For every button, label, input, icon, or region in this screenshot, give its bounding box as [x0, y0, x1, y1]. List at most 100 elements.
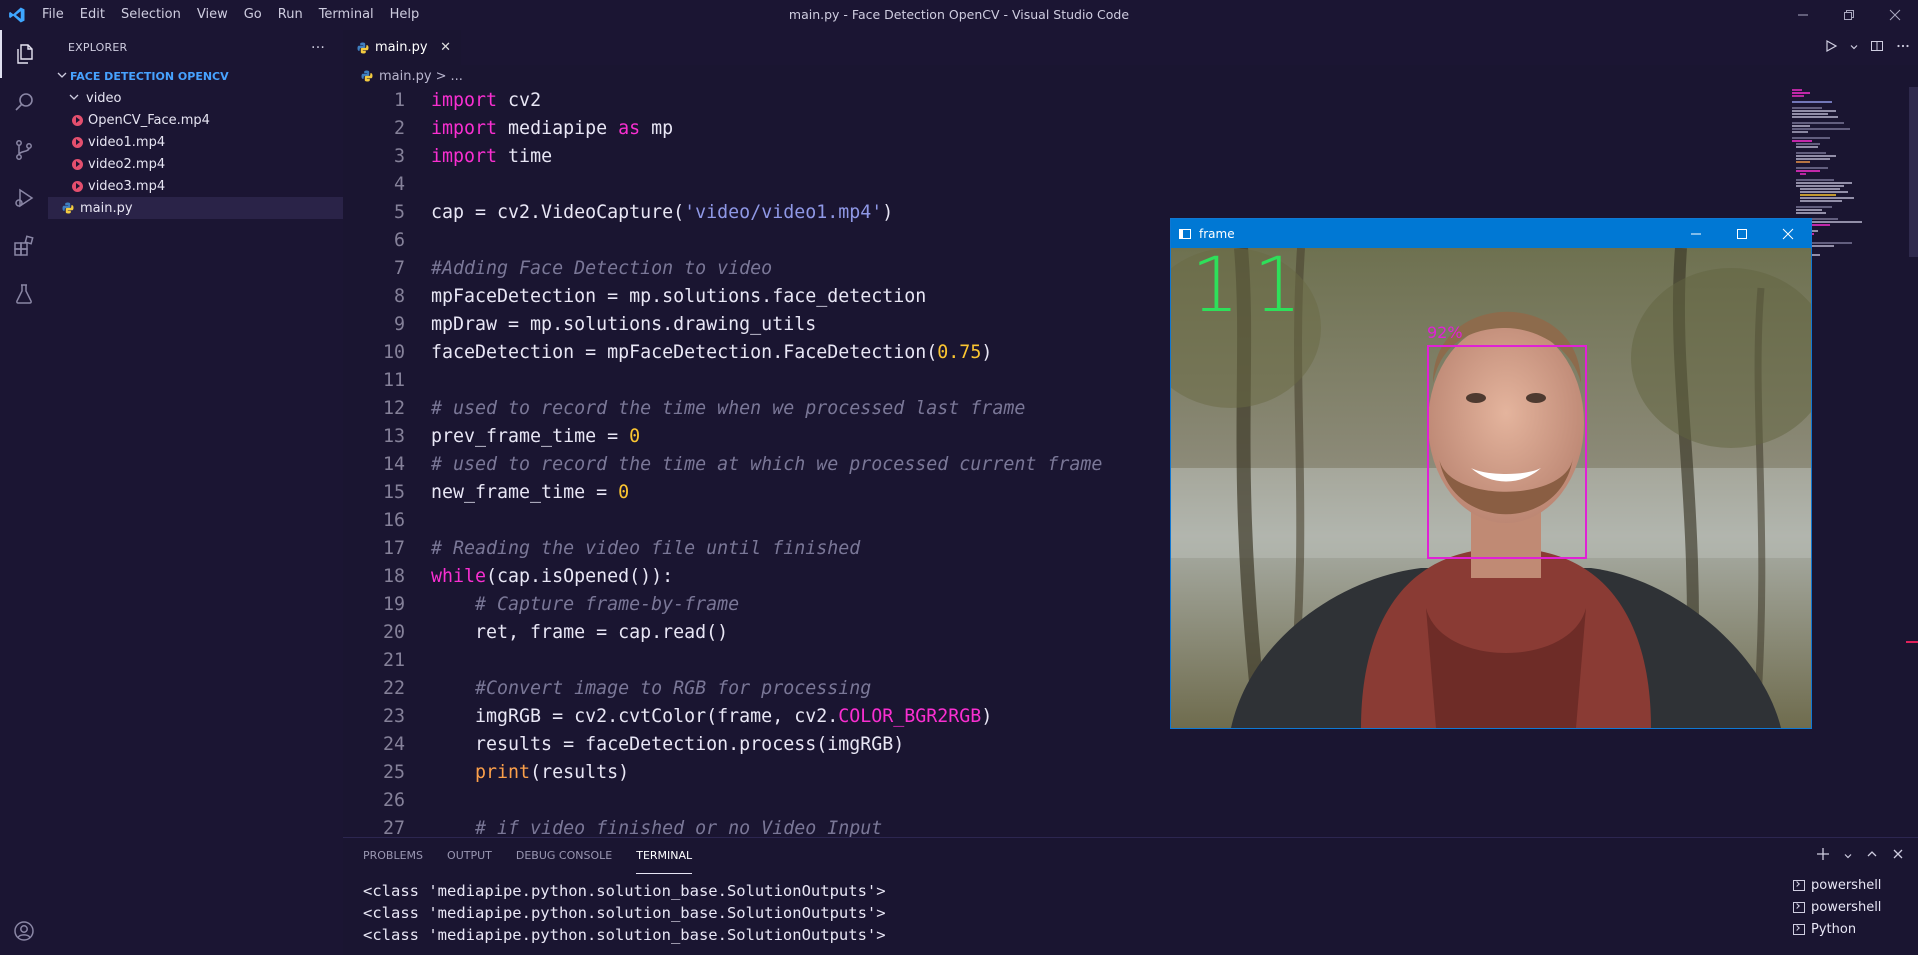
tree-item-main-py[interactable]: main.py	[48, 197, 343, 219]
line-number: 12	[382, 398, 405, 419]
code-line: 4	[343, 171, 1903, 199]
panel-tabs: PROBLEMS OUTPUT DEBUG CONSOLE TERMINAL	[363, 838, 693, 874]
menu-view[interactable]: View	[189, 0, 236, 30]
terminal-list-item[interactable]: powershell	[1793, 896, 1898, 918]
line-number: 23	[382, 706, 405, 727]
account-icon[interactable]	[0, 907, 48, 955]
window-icon	[1179, 228, 1191, 239]
menu-go[interactable]: Go	[236, 0, 270, 30]
line-code: print(results)	[431, 762, 630, 783]
tab-problems[interactable]: PROBLEMS	[363, 838, 423, 874]
breadcrumb-file[interactable]: main.py	[379, 69, 432, 84]
line-number: 16	[382, 510, 405, 531]
tree-item-video2-mp4[interactable]: video2.mp4	[48, 153, 343, 175]
files-icon[interactable]	[0, 30, 48, 78]
breadcrumb-symbols[interactable]: ...	[450, 69, 462, 84]
terminal-list-item[interactable]: powershell	[1793, 874, 1898, 896]
close-tab-icon[interactable]: ✕	[440, 40, 451, 55]
tree-item-label: video2.mp4	[88, 156, 166, 172]
maximize-icon[interactable]	[1719, 219, 1765, 248]
tab-terminal[interactable]: TERMINAL	[636, 838, 693, 874]
line-number: 24	[382, 734, 405, 755]
terminal-line: <class 'mediapipe.python.solution_base.S…	[363, 926, 886, 944]
editor-scrollbar[interactable]	[1906, 87, 1918, 837]
line-number: 10	[382, 342, 405, 363]
code-line: 25 print(results)	[343, 759, 1903, 787]
bottom-panel: PROBLEMS OUTPUT DEBUG CONSOLE TERMINAL <…	[343, 837, 1918, 955]
tree-item-video3-mp4[interactable]: video3.mp4	[48, 175, 343, 197]
tab-main-py[interactable]: main.py ✕	[343, 30, 461, 65]
code-line: 24 results = faceDetection.process(imgRG…	[343, 731, 1903, 759]
line-number: 1	[393, 90, 405, 111]
line-number: 8	[393, 286, 405, 307]
testing-icon[interactable]	[0, 270, 48, 318]
tab-debug-console[interactable]: DEBUG CONSOLE	[516, 838, 612, 874]
tree-item-opencv-face-mp4[interactable]: OpenCV_Face.mp4	[48, 109, 343, 131]
chevron-down-icon[interactable]	[1844, 849, 1852, 864]
terminal-output[interactable]: <class 'mediapipe.python.solution_base.S…	[363, 880, 886, 946]
menu-file[interactable]: File	[34, 0, 72, 30]
code-line: 1 import cv2	[343, 87, 1903, 115]
line-number: 6	[393, 230, 405, 251]
workspace-folder[interactable]: FACE DETECTION OPENCV	[48, 65, 343, 87]
code-line: 27 # if video finished or no Video Input	[343, 815, 1903, 837]
tab-output[interactable]: OUTPUT	[447, 838, 492, 874]
chevron-down-icon	[54, 70, 70, 83]
line-code: prev_frame_time = 0	[431, 426, 641, 447]
terminal-list: powershell powershell Python	[1793, 874, 1898, 940]
detection-score-label: 92%	[1427, 323, 1463, 342]
tree-item-label: video1.mp4	[88, 134, 166, 150]
line-code: # used to record the time at which we pr…	[431, 454, 1103, 475]
close-panel-icon[interactable]	[1892, 848, 1904, 864]
line-number: 11	[382, 370, 405, 391]
terminal-line: <class 'mediapipe.python.solution_base.S…	[363, 882, 886, 900]
line-code: import cv2	[431, 90, 542, 111]
run-icon[interactable]	[1824, 39, 1838, 57]
workspace-folder-label: FACE DETECTION OPENCV	[70, 69, 229, 83]
more-actions-icon[interactable]	[1896, 39, 1910, 57]
video-file-icon	[72, 180, 83, 192]
menu-run[interactable]: Run	[270, 0, 311, 30]
line-number: 14	[382, 454, 405, 475]
line-code: # used to record the time when we proces…	[431, 398, 1026, 419]
more-actions-icon[interactable]: ···	[311, 40, 325, 56]
tree-item-video1-mp4[interactable]: video1.mp4	[48, 131, 343, 153]
new-terminal-icon[interactable]	[1816, 847, 1830, 865]
source-control-icon[interactable]	[0, 126, 48, 174]
line-number: 25	[382, 762, 405, 783]
minimize-icon[interactable]	[1673, 219, 1719, 248]
line-code: imgRGB = cv2.cvtColor(frame, cv2.COLOR_B…	[431, 706, 993, 727]
minimize-icon[interactable]	[1780, 0, 1826, 30]
menu-help[interactable]: Help	[382, 0, 428, 30]
search-icon[interactable]	[0, 78, 48, 126]
chevron-down-icon[interactable]	[1850, 40, 1858, 55]
video-file-icon	[72, 136, 83, 148]
code-line: 26	[343, 787, 1903, 815]
title-bar: File Edit Selection View Go Run Terminal…	[0, 0, 1918, 30]
line-code: #Convert image to RGB for processing	[431, 678, 872, 699]
menu-selection[interactable]: Selection	[113, 0, 189, 30]
line-number: 15	[382, 482, 405, 503]
line-number: 7	[393, 258, 405, 279]
close-icon[interactable]	[1872, 0, 1918, 30]
opencv-frame-window[interactable]: frame 11 92%	[1170, 218, 1812, 729]
code-line: 2 import mediapipe as mp	[343, 115, 1903, 143]
tab-label: main.py	[375, 40, 428, 55]
run-debug-icon[interactable]	[0, 174, 48, 222]
line-number: 22	[382, 678, 405, 699]
python-file-icon	[62, 202, 74, 214]
restore-icon[interactable]	[1826, 0, 1872, 30]
maximize-panel-icon[interactable]	[1866, 848, 1878, 864]
menu-terminal[interactable]: Terminal	[311, 0, 382, 30]
menu-bar: File Edit Selection View Go Run Terminal…	[34, 0, 427, 30]
split-editor-icon[interactable]	[1870, 39, 1884, 57]
frame-title-bar[interactable]: frame	[1171, 219, 1811, 248]
vscode-logo-icon	[0, 0, 34, 30]
close-icon[interactable]	[1765, 219, 1811, 248]
extensions-icon[interactable]	[0, 222, 48, 270]
terminal-line: <class 'mediapipe.python.solution_base.S…	[363, 904, 886, 922]
terminal-icon	[1793, 923, 1805, 935]
menu-edit[interactable]: Edit	[72, 0, 113, 30]
tree-item-video-folder[interactable]: video	[48, 87, 343, 109]
terminal-list-item[interactable]: Python	[1793, 918, 1898, 940]
